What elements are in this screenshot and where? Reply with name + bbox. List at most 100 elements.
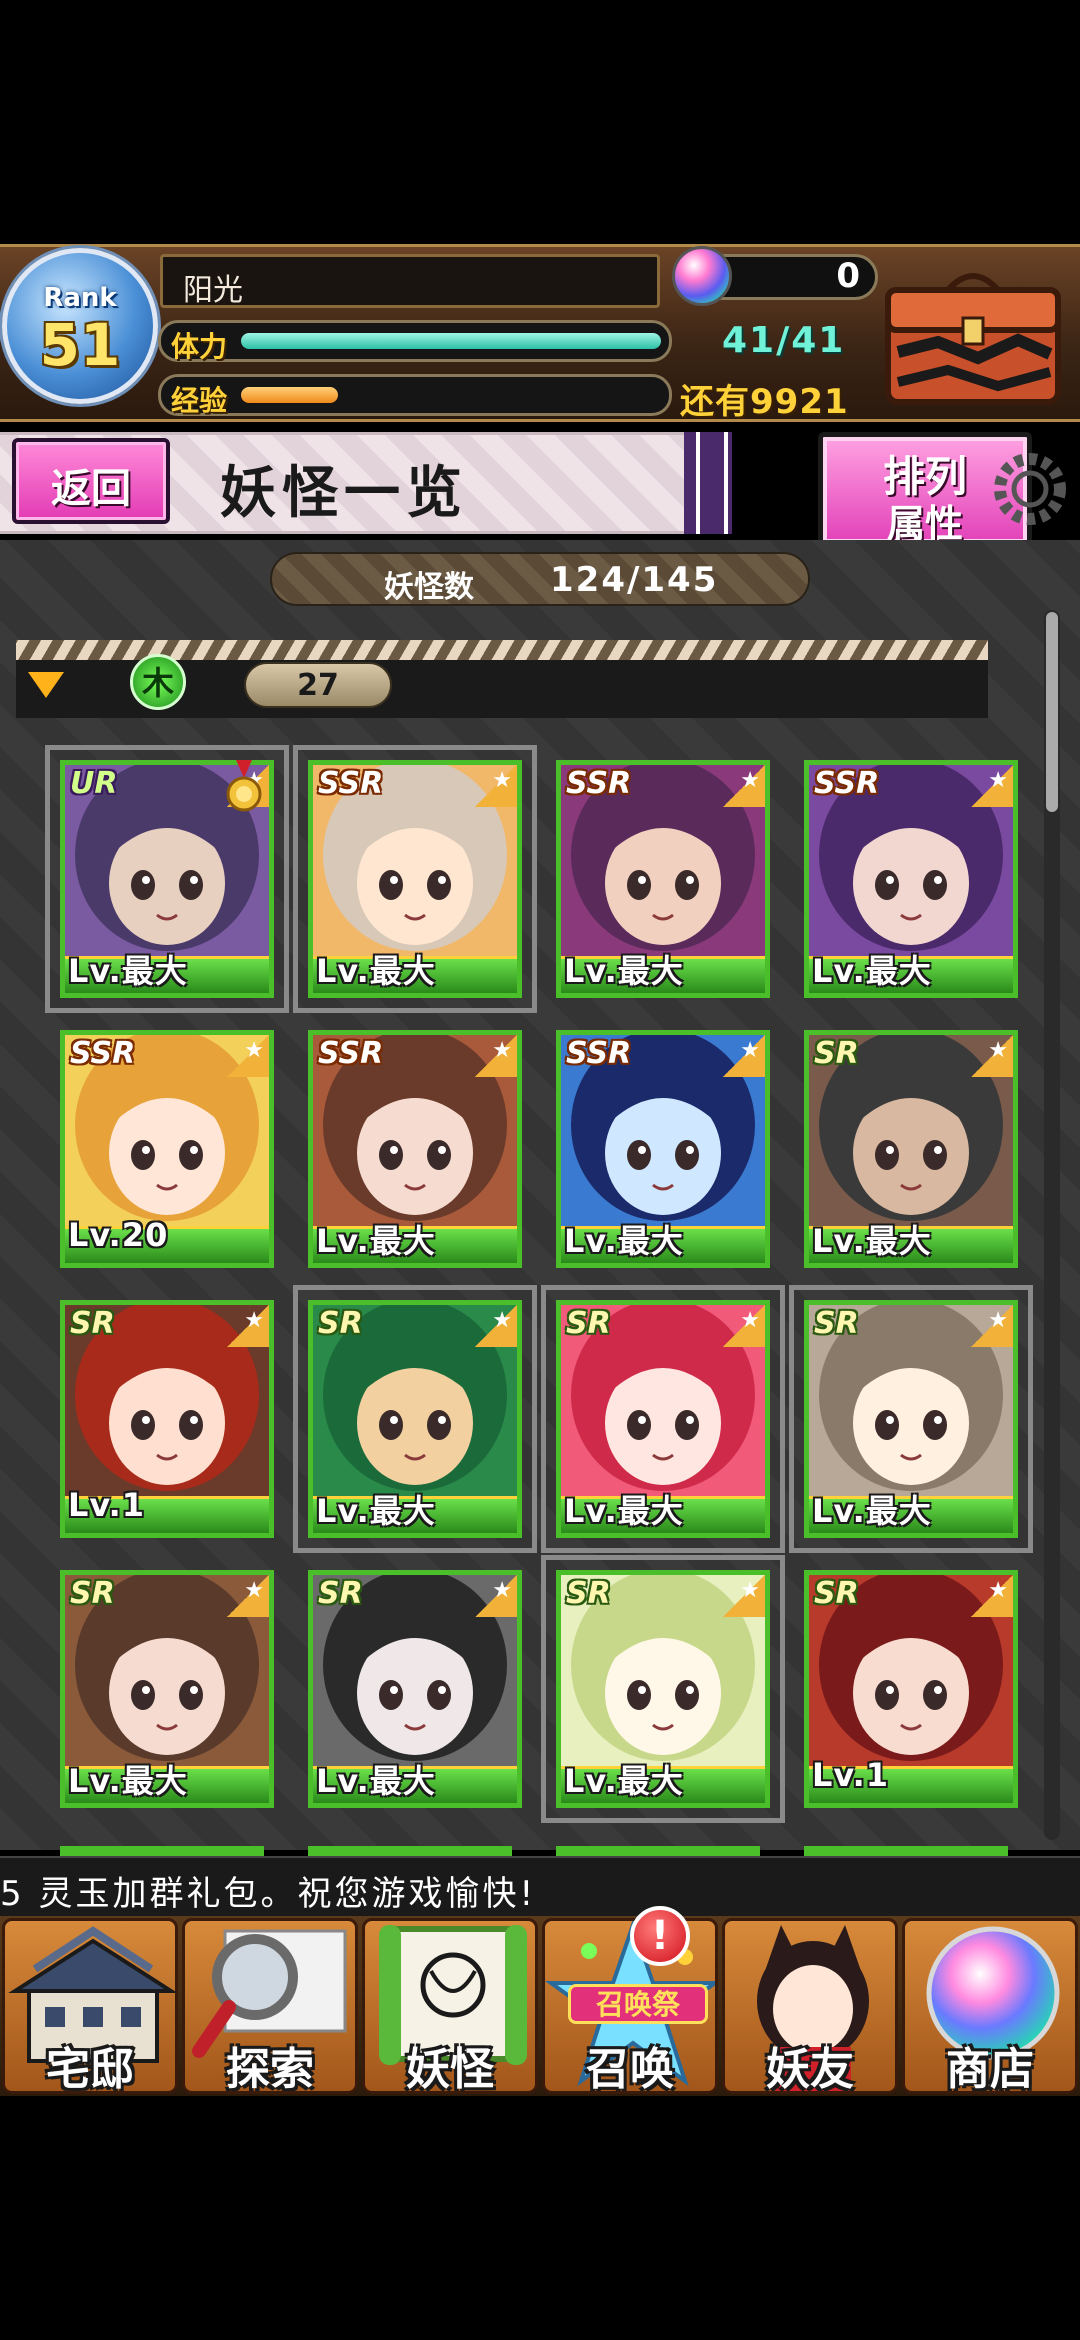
stamina-value: 41/41 [722,320,846,361]
rarity-label: SR [566,1306,611,1341]
gear-icon [994,453,1066,525]
stamina-fill [241,333,661,349]
star-icon: ★ [988,1038,1008,1063]
title-stripe [684,432,732,534]
player-name-box[interactable]: 阳光 [160,254,660,308]
monster-card[interactable]: ★ SR Lv.最大 [541,1285,785,1553]
scrollbar-thumb[interactable] [1046,612,1058,812]
level-label: Lv.最大 [316,1492,436,1530]
gem-count: 0 [836,256,860,296]
summon-alert-badge: ! [630,1906,690,1966]
nav-friends-label: 妖友 [766,2044,854,2094]
star-icon: ★ [740,1038,760,1063]
star-icon: ★ [492,1038,512,1063]
nav-explore[interactable]: 探索 [182,1918,358,2094]
level-label: Lv.最大 [564,1492,684,1530]
level-label: Lv.最大 [564,1222,684,1260]
summon-festival-tag: 召唤祭 [568,1984,708,2024]
monster-count-box: 妖怪数 124/145 [270,552,810,606]
rarity-label: SR [318,1306,363,1341]
player-name: 阳光 [183,273,243,308]
rarity-label: SR [814,1576,859,1611]
medal-icon [226,760,262,812]
monster-card[interactable]: ★ SR Lv.最大 [789,1285,1033,1553]
monster-card[interactable]: ★ SSR Lv.最大 [556,1030,770,1268]
star-icon: ★ [492,1308,512,1333]
monster-card[interactable]: ★ SR Lv.最大 [308,1570,522,1808]
star-icon: ★ [740,1578,760,1603]
monster-card[interactable]: ★ SR Lv.1 [804,1570,1018,1808]
level-label: Lv.1 [812,1756,890,1794]
level-label: Lv.最大 [68,952,188,990]
level-label: Lv.最大 [316,1222,436,1260]
next-row-card-edge [556,1846,760,1856]
monster-card[interactable]: ★ SSR Lv.最大 [308,1030,522,1268]
monster-card[interactable]: ★ SR Lv.最大 [541,1555,785,1823]
level-label: Lv.最大 [812,952,932,990]
nav-shop-label: 商店 [946,2044,1034,2094]
rarity-label: UR [70,766,118,801]
nav-summon-label: 召唤 [586,2044,674,2094]
collapse-arrow-icon[interactable] [28,672,64,698]
rarity-label: SR [70,1576,115,1611]
wood-attribute-icon: 木 [130,654,186,710]
monster-card[interactable]: ★ SR Lv.1 [60,1300,274,1538]
exp-bar: 经验 [158,374,672,417]
news-ticker: 5 灵玉加群礼包。祝您游戏愉快! [0,1856,1080,1916]
level-label: Lv.最大 [564,952,684,990]
rank-badge[interactable]: Rank 51 [2,248,158,404]
star-icon: ★ [244,1578,264,1603]
monster-card[interactable]: ★ SR Lv.最大 [804,1030,1018,1268]
ticker-text: 5 灵玉加群礼包。祝您游戏愉快! [0,1874,537,1914]
nav-mansion[interactable]: 宅邸 [2,1918,178,2094]
rarity-label: SR [814,1036,859,1071]
rarity-label: SR [814,1306,859,1341]
monster-card[interactable]: ★ SSR Lv.20 [60,1030,274,1268]
rarity-label: SSR [566,1036,632,1071]
page-title: 妖怪一览 [220,461,468,526]
next-row-card-edge [60,1846,264,1856]
monster-card[interactable]: ★ SSR Lv.最大 [293,745,537,1013]
rank-label: Rank [43,283,117,313]
stamina-label: 体力 [171,330,228,363]
rarity-label: SSR [566,766,632,801]
rank-number: 51 [39,311,121,379]
star-icon: ★ [988,1578,1008,1603]
nav-mansion-label: 宅邸 [46,2044,134,2094]
monster-card[interactable]: ★ SSR Lv.最大 [556,760,770,998]
rarity-label: SSR [318,766,384,801]
star-icon: ★ [988,768,1008,793]
star-icon: ★ [740,768,760,793]
exp-fill [241,387,338,403]
rarity-label: SR [318,1576,363,1611]
nav-shop[interactable]: 商店 [902,1918,1078,2094]
monster-card[interactable]: ★ SSR Lv.最大 [804,760,1018,998]
rarity-label: SSR [70,1036,136,1071]
nav-monsters[interactable]: 妖怪 [362,1918,538,2094]
nav-friends[interactable]: 妖友 [722,1918,898,2094]
exp-label: 经验 [171,384,228,417]
monster-card[interactable]: ★ SR Lv.最大 [293,1285,537,1553]
star-icon: ★ [244,1038,264,1063]
nav-explore-label: 探索 [226,2044,314,2094]
back-button-label: 返回 [51,466,131,512]
back-button[interactable]: 返回 [12,438,170,524]
monster-card[interactable]: ★URLv.最大 [45,745,289,1013]
level-label: Lv.最大 [68,1762,188,1800]
exp-remaining: 还有9921 [680,382,849,422]
level-label: Lv.最大 [812,1222,932,1260]
level-label: Lv.最大 [812,1492,932,1530]
monster-count-value: 124/145 [550,560,719,600]
star-icon: ★ [740,1308,760,1333]
level-label: Lv.最大 [316,1762,436,1800]
level-label: Lv.最大 [564,1762,684,1800]
treasure-chest-icon[interactable] [878,262,1068,412]
group-count: 27 [244,662,392,708]
level-label: Lv.1 [68,1486,146,1524]
next-row-card-edge [804,1846,1008,1856]
stamina-bar: 体力 [158,320,672,363]
star-icon: ★ [492,1578,512,1603]
monster-card[interactable]: ★ SR Lv.最大 [60,1570,274,1808]
level-label: Lv.20 [68,1216,169,1254]
rarity-label: SR [566,1576,611,1611]
